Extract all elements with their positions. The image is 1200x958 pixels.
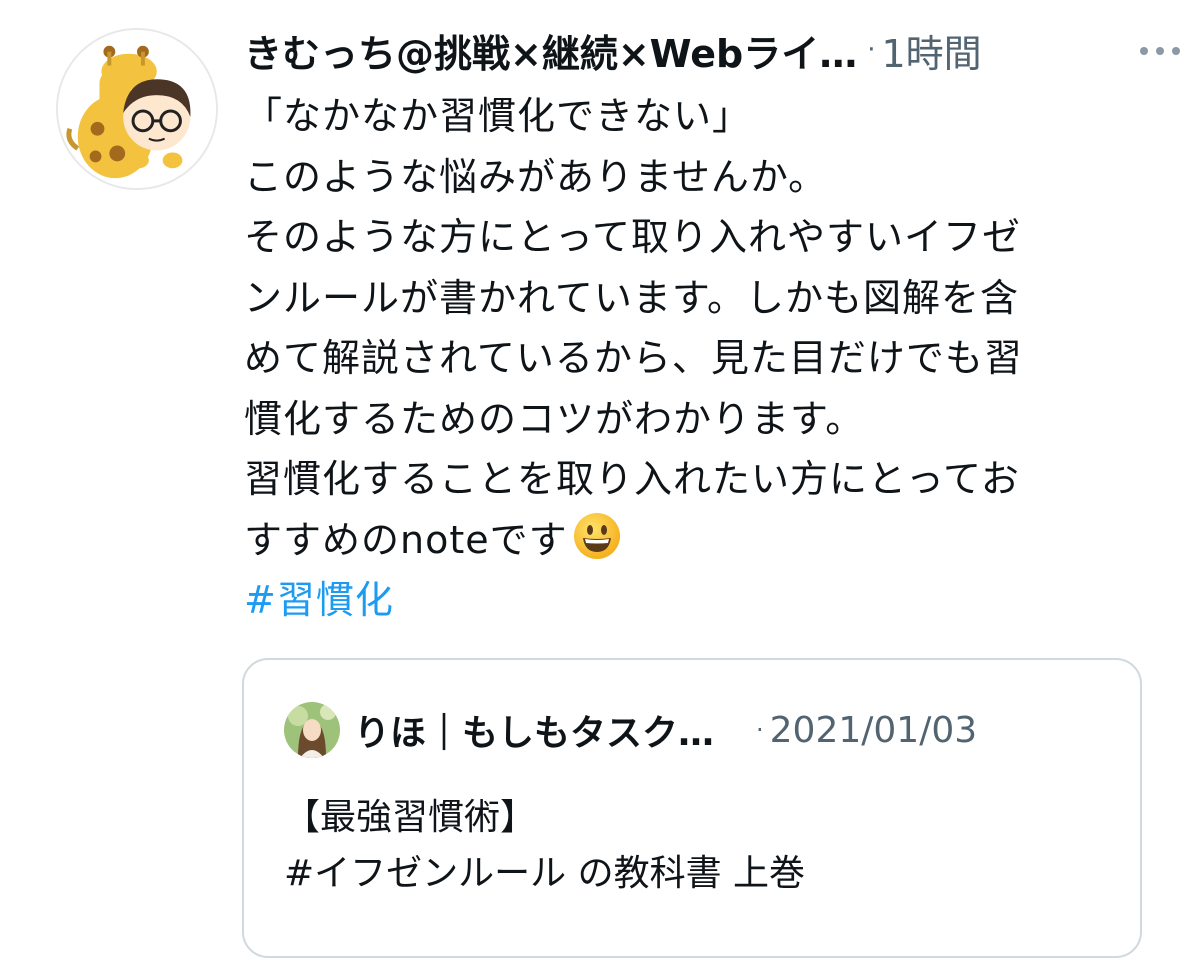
tweet-header: きむっち@挑戦×継続×Webライ… · 1時間	[244, 22, 1184, 78]
quoted-text-line: #イフゼンルール の教科書 上巻	[284, 853, 806, 894]
grinning-face-emoji-icon	[572, 511, 622, 561]
tweet-text-line: めて解説されているから、見た目だけでも習	[244, 336, 1023, 380]
tweet-text-line: ンルールが書かれています。しかも図解を含	[244, 275, 1020, 320]
more-icon[interactable]	[1136, 36, 1184, 66]
quoted-tweet-date: 2021/01/03	[769, 709, 978, 751]
tweet-text-line: すすめのnoteです	[244, 517, 568, 562]
more-dot	[1156, 47, 1164, 55]
tweet-text-line: 「なかなか習慣化できない」	[244, 94, 752, 138]
more-dot	[1140, 47, 1148, 55]
header-separator: ·	[867, 35, 876, 65]
quoted-tweet-header: りほ｜もしもタスク… · 2021/01/03	[354, 700, 1114, 760]
tweet-text-last-line: すすめのnoteです	[244, 510, 1154, 571]
quoted-tweet-text: 【最強習慣術】 #イフゼンルール の教科書 上巻	[284, 790, 1104, 902]
quoted-author-display-name: りほ｜もしもタスク…	[354, 713, 715, 754]
quoted-text-line: 【最強習慣術】	[284, 797, 537, 838]
author-avatar-icon[interactable]	[56, 28, 218, 190]
author-display-name[interactable]: きむっち@挑戦×継続×Webライ…	[244, 23, 857, 78]
quoted-tweet-card[interactable]: りほ｜もしもタスク… · 2021/01/03 【最強習慣術】 #イフゼンルール…	[242, 658, 1142, 958]
tweet-text: 「なかなか習慣化できない」 このような悩みがありませんか。 そのような方にとって…	[244, 86, 1154, 631]
more-dot	[1172, 47, 1180, 55]
tweet-timestamp[interactable]: 1時間	[881, 23, 981, 78]
tweet-text-line: 習慣化することを取り入れたい方にとってお	[244, 457, 1020, 501]
quoted-author-avatar-icon	[284, 702, 340, 758]
tweet-text-line: このような悩みがありませんか。	[244, 154, 828, 199]
hashtag-link[interactable]: #習慣化	[244, 570, 1154, 631]
quoted-header-separator: ·	[756, 716, 764, 744]
tweet-text-line: 慣化するためのコツがわかります。	[244, 396, 865, 441]
tweet-text-line: そのような方にとって取り入れやすいイフゼ	[244, 215, 1021, 259]
